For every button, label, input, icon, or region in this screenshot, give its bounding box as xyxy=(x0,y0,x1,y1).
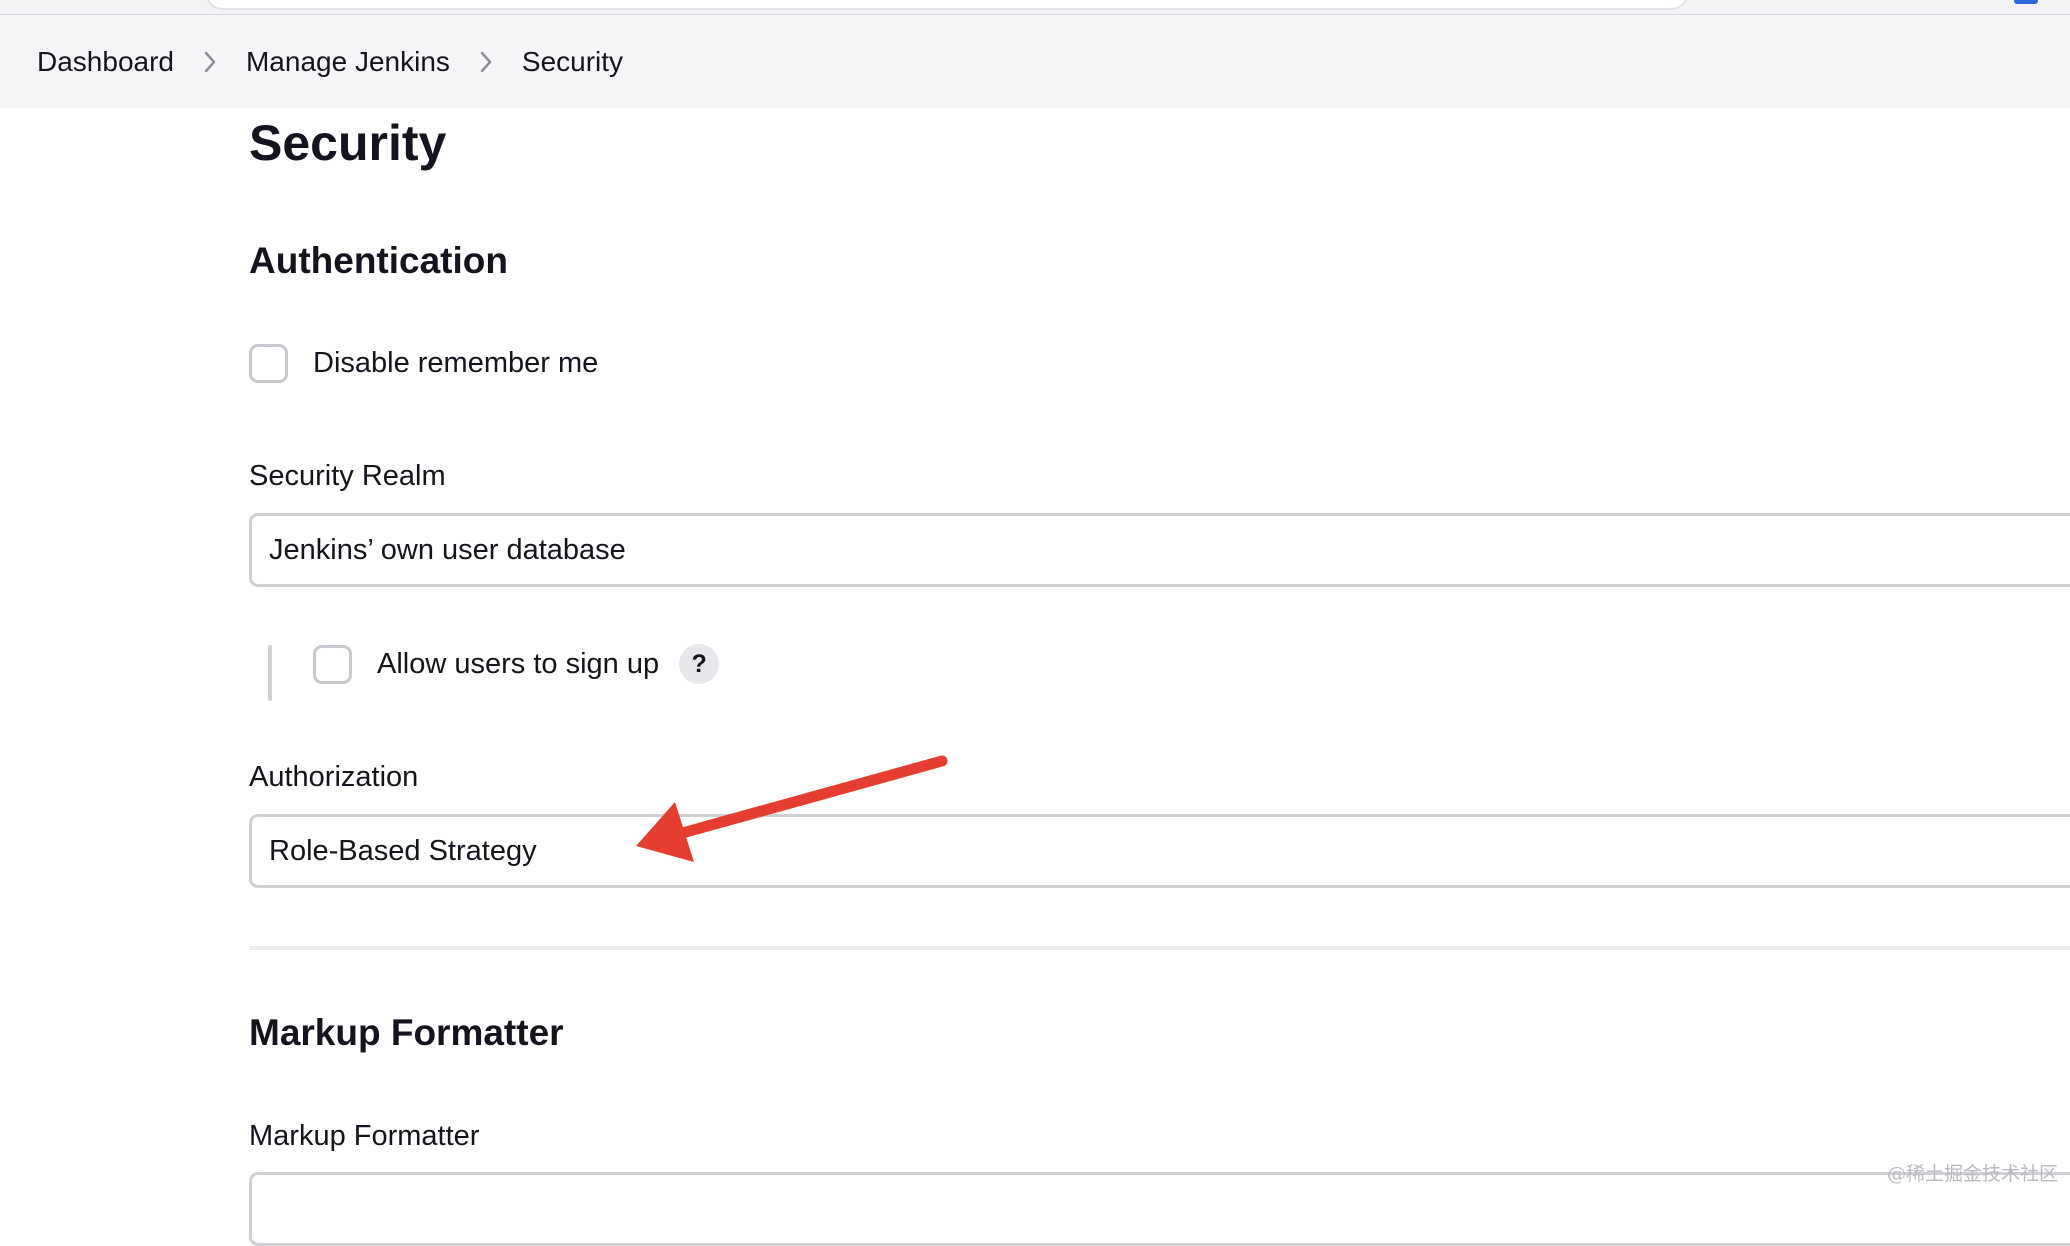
security-realm-value: Jenkins’ own user database xyxy=(269,533,626,566)
breadcrumb: Dashboard Manage Jenkins Security xyxy=(37,46,623,78)
browser-extension-icon[interactable] xyxy=(2014,0,2038,4)
disable-remember-me-label[interactable]: Disable remember me xyxy=(313,347,598,380)
breadcrumb-manage-jenkins[interactable]: Manage Jenkins xyxy=(246,46,450,78)
browser-address-bar[interactable] xyxy=(205,0,1689,10)
chevron-right-icon xyxy=(450,50,522,74)
security-realm-label: Security Realm xyxy=(249,460,446,492)
disable-remember-me-row: Disable remember me xyxy=(249,344,598,383)
markup-formatter-select[interactable] xyxy=(249,1172,2070,1246)
breadcrumb-bar: Dashboard Manage Jenkins Security xyxy=(0,15,2070,108)
chevron-right-icon xyxy=(174,50,246,74)
markup-formatter-heading: Markup Formatter xyxy=(249,1012,564,1053)
browser-top-strip xyxy=(0,0,2070,15)
markup-formatter-label: Markup Formatter xyxy=(249,1120,480,1152)
security-realm-select[interactable]: Jenkins’ own user database xyxy=(249,513,2070,587)
authorization-label: Authorization xyxy=(249,761,419,793)
authentication-heading: Authentication xyxy=(249,240,508,281)
authorization-select[interactable]: Role-Based Strategy xyxy=(249,814,2070,888)
section-divider xyxy=(249,946,2070,950)
allow-signup-checkbox[interactable] xyxy=(313,644,352,684)
help-icon[interactable]: ? xyxy=(679,644,720,684)
nested-option-indicator xyxy=(268,645,272,701)
breadcrumb-security[interactable]: Security xyxy=(522,46,623,78)
breadcrumb-dashboard[interactable]: Dashboard xyxy=(37,46,174,78)
page-title: Security xyxy=(249,115,447,171)
disable-remember-me-checkbox[interactable] xyxy=(249,344,288,383)
authorization-value: Role-Based Strategy xyxy=(269,834,537,867)
allow-signup-label[interactable]: Allow users to sign up xyxy=(377,648,659,681)
watermark: @稀土掘金技术社区 xyxy=(1886,1163,2058,1185)
allow-signup-row: Allow users to sign up ? xyxy=(313,644,720,684)
